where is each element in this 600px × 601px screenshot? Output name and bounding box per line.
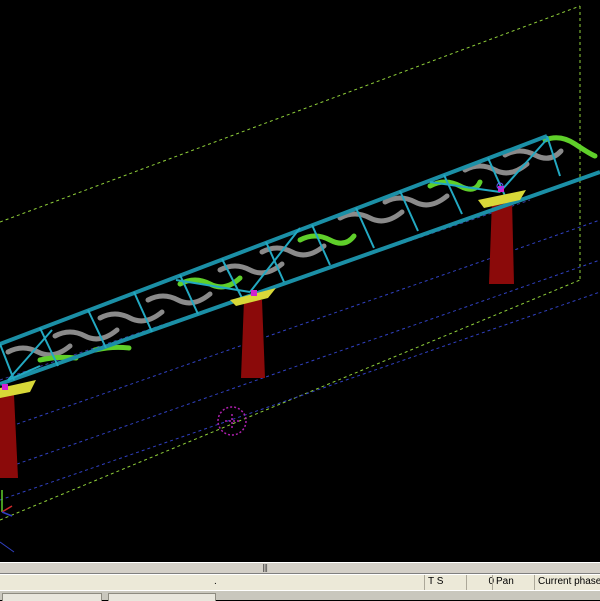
support-bracing [7, 137, 549, 381]
view-pivot-icon[interactable] [217, 406, 247, 436]
bridge-model-drawing[interactable] [0, 0, 600, 562]
status-count: 0 [466, 575, 494, 590]
model-viewport[interactable] [0, 0, 600, 562]
status-message: . [214, 576, 217, 587]
panel-splitter[interactable]: ||| [0, 562, 600, 574]
status-phase: Current phase: 1 [534, 575, 600, 590]
splitter-grip[interactable]: ||| [262, 564, 268, 572]
pier-middle [241, 300, 265, 378]
taskbar [0, 590, 600, 601]
pier-right [489, 200, 514, 284]
cross-beams [0, 135, 561, 381]
status-mode: T S [424, 575, 468, 590]
axis-triad-icon [0, 490, 15, 553]
pier-left [0, 395, 18, 478]
status-bar: . T S 0 Pan Current phase: 1 [0, 574, 600, 590]
piers [0, 200, 514, 478]
status-command: Pan [492, 575, 534, 590]
